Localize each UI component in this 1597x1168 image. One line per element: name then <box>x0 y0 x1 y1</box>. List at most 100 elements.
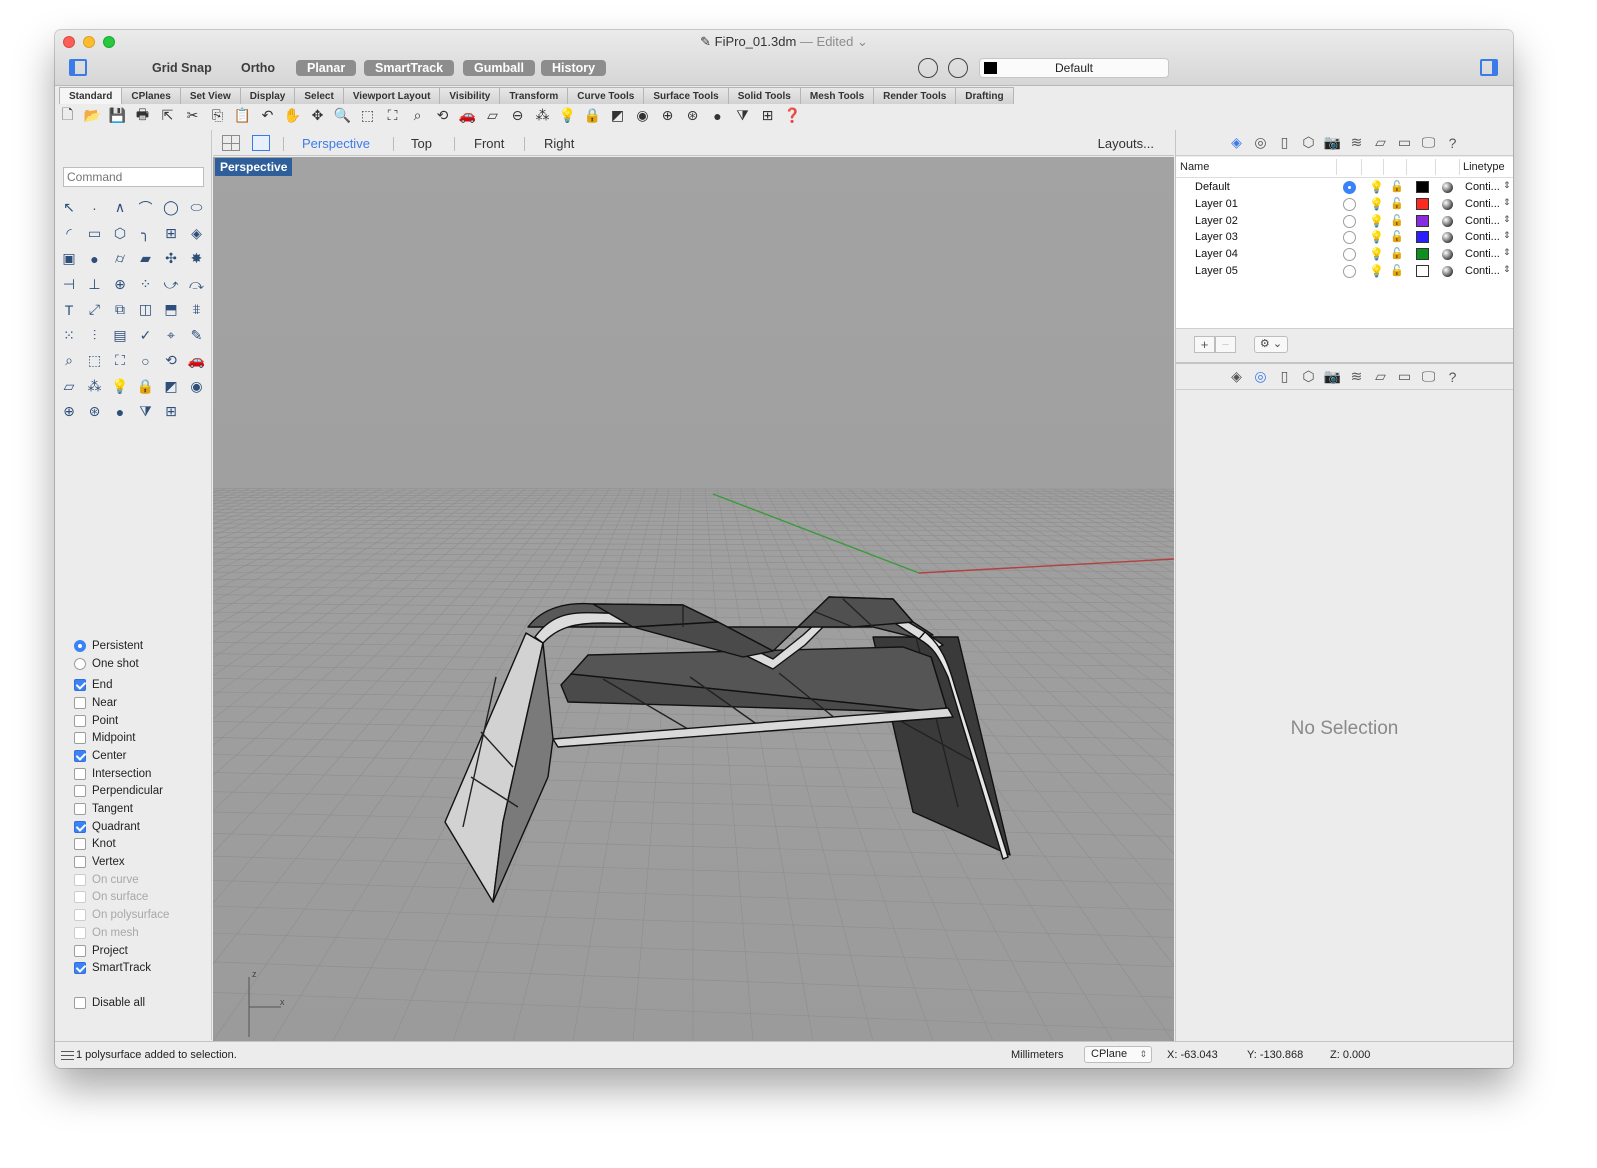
paste-icon[interactable]: 📋 <box>233 106 252 125</box>
lock-icon[interactable]: 🔓 <box>1390 264 1404 277</box>
tab-display[interactable]: Display <box>239 87 296 104</box>
light-bulb-icon[interactable]: 💡 <box>558 106 577 125</box>
osnap-checkbox[interactable] <box>74 732 86 745</box>
layers-icon[interactable]: ◈ <box>1228 368 1246 386</box>
osnap-option[interactable]: Vertex <box>74 853 169 871</box>
osnap-checkbox[interactable] <box>74 714 86 727</box>
mesh-icon[interactable]: ✣ <box>161 249 181 268</box>
light-bulb-icon[interactable]: 💡 <box>1369 214 1384 228</box>
cut-icon[interactable]: ✂ <box>183 106 202 125</box>
tab-mesh-tools[interactable]: Mesh Tools <box>799 87 875 104</box>
current-layer-radio[interactable] <box>1343 214 1356 228</box>
tab-right[interactable]: Right <box>544 136 574 151</box>
layer-row[interactable]: Layer 03 💡 🔓 Conti... ⇕ <box>1176 229 1513 246</box>
light-stack-icon[interactable]: ≋ <box>1348 134 1366 152</box>
stepper-icon[interactable]: ⇕ <box>1503 264 1511 275</box>
material-tool-icon[interactable]: ◩ <box>161 377 181 396</box>
cube-icon[interactable]: ⬡ <box>1300 368 1318 386</box>
color-wheel-icon[interactable]: ◉ <box>633 106 652 125</box>
layers-icon[interactable]: ◈ <box>1228 134 1246 152</box>
persistent-option[interactable]: Persistent <box>74 637 169 655</box>
help-icon[interactable]: ? <box>1444 134 1462 152</box>
join-icon[interactable]: ⤻ <box>161 275 181 294</box>
filter-icon[interactable]: ⧩ <box>733 106 752 125</box>
circle-icon[interactable]: ◯ <box>161 198 181 217</box>
material-icon[interactable] <box>1442 215 1453 227</box>
material-icon[interactable] <box>1442 182 1453 193</box>
material-icon[interactable]: ◩ <box>608 106 627 125</box>
layer-color-swatch[interactable] <box>1416 231 1429 244</box>
analyze-icon[interactable]: ⫶ <box>85 326 105 345</box>
curve-icon[interactable]: ⌒ <box>136 198 156 217</box>
osnap-option[interactable]: Knot <box>74 836 169 854</box>
tab-drafting[interactable]: Drafting <box>955 87 1014 104</box>
material-icon[interactable] <box>1442 249 1453 261</box>
tab-front[interactable]: Front <box>474 136 504 151</box>
tab-solid-tools[interactable]: Solid Tools <box>727 87 801 104</box>
layer-row[interactable]: Layer 02 💡 🔓 Conti... ⇕ <box>1176 213 1513 230</box>
linetype-column-header[interactable]: Linetype <box>1463 161 1505 173</box>
tab-top[interactable]: Top <box>411 136 432 151</box>
tab-curve-tools[interactable]: Curve Tools <box>567 87 645 104</box>
lock-icon[interactable]: 🔓 <box>1390 230 1404 243</box>
layer-row[interactable]: Layer 01 💡 🔓 Conti... ⇕ <box>1176 196 1513 213</box>
tab-perspective[interactable]: Perspective <box>302 136 370 151</box>
osnap-checkbox[interactable] <box>74 803 86 816</box>
rotate-tool-icon[interactable]: ⟲ <box>161 351 181 370</box>
osnap-option[interactable]: Perpendicular <box>74 783 169 801</box>
plane-icon[interactable]: ▰ <box>136 249 156 268</box>
stepper-icon[interactable]: ⇕ <box>1503 247 1511 258</box>
help-icon[interactable]: ? <box>1444 368 1462 386</box>
trim-icon[interactable]: ⊣ <box>59 275 79 294</box>
osnap-checkbox[interactable] <box>74 679 86 692</box>
layer-name[interactable]: Layer 01 <box>1195 198 1238 210</box>
extrude-icon[interactable]: ⬒ <box>161 300 181 319</box>
add-layer-button[interactable]: + <box>1194 336 1215 353</box>
osnap-checkbox[interactable] <box>74 749 86 762</box>
zoom-dynamic-icon[interactable]: 🔍 <box>333 106 352 125</box>
stepper-icon[interactable]: ⇕ <box>1503 197 1511 208</box>
pan-hand-icon[interactable]: ✋ <box>283 106 302 125</box>
zoom-icon[interactable]: ⌕ <box>59 351 79 370</box>
layer-linetype[interactable]: Conti... <box>1465 181 1500 193</box>
frame-icon[interactable]: ▭ <box>1396 134 1414 152</box>
layer-linetype[interactable]: Conti... <box>1465 198 1500 210</box>
options-tool-icon[interactable]: ⊞ <box>161 402 181 421</box>
copy-icon[interactable]: ⎘ <box>208 106 227 125</box>
open-file-icon[interactable]: 📂 <box>83 106 102 125</box>
current-layer-dropdown[interactable]: Default <box>979 58 1169 78</box>
lock-icon[interactable]: 🔓 <box>1390 180 1404 193</box>
single-view-layout-icon[interactable] <box>252 135 270 151</box>
offset-icon[interactable]: ⤼ <box>187 275 207 294</box>
ortho-toggle[interactable]: Ortho <box>241 60 275 76</box>
arc-icon[interactable]: ◜ <box>59 224 79 243</box>
frame-icon[interactable]: ▭ <box>1396 368 1414 386</box>
tab-render-tools[interactable]: Render Tools <box>873 87 957 104</box>
four-view-layout-icon[interactable] <box>222 135 240 151</box>
mirror-icon[interactable]: ◫ <box>136 300 156 319</box>
surface-from-points-icon[interactable]: ⊞ <box>161 224 181 243</box>
rectangle-icon[interactable]: ▭ <box>85 224 105 243</box>
tab-viewport-layout[interactable]: Viewport Layout <box>342 87 441 104</box>
osnap-option[interactable]: Center <box>74 747 169 765</box>
display-icon[interactable]: 🖵 <box>1420 134 1438 152</box>
disable-all-checkbox[interactable] <box>74 996 86 1009</box>
array-icon[interactable]: ⁙ <box>59 326 79 345</box>
split-icon[interactable]: ⊥ <box>85 275 105 294</box>
paint-icon[interactable]: ✎ <box>187 326 207 345</box>
polygon-icon[interactable]: ⬡ <box>110 224 130 243</box>
layer-linetype[interactable]: Conti... <box>1465 265 1500 277</box>
tab-standard[interactable]: Standard <box>59 87 123 104</box>
cplane-select[interactable]: CPlane <box>1084 1046 1152 1063</box>
print-icon[interactable]: 🖶 <box>133 106 152 125</box>
layer-linetype[interactable]: Conti... <box>1465 231 1500 243</box>
fillet-curve-icon[interactable]: ╮ <box>136 224 156 243</box>
osnap-checkbox[interactable] <box>74 856 86 869</box>
layer-name[interactable]: Layer 02 <box>1195 215 1238 227</box>
light-bulb-icon[interactable]: 💡 <box>1369 247 1384 261</box>
material-icon[interactable] <box>1442 198 1453 210</box>
layer-color-swatch[interactable] <box>1416 214 1429 227</box>
check-icon[interactable]: ✓ <box>136 326 156 345</box>
page-icon[interactable]: ▱ <box>1372 134 1390 152</box>
move-icon[interactable]: ✥ <box>308 106 327 125</box>
